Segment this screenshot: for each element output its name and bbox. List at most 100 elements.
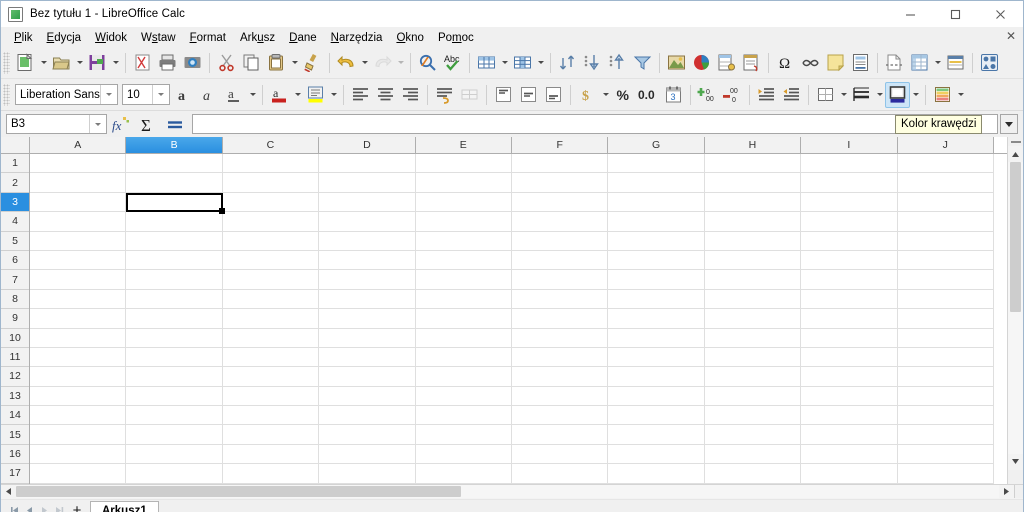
menu-item-plik[interactable]: Plik [7,30,40,45]
column-header-a[interactable]: A [30,137,127,153]
cell-J2[interactable] [897,173,994,193]
cell-A15[interactable] [30,425,127,445]
cell-H12[interactable] [704,367,802,387]
column-header-f[interactable]: F [511,137,609,153]
cell-C5[interactable] [222,231,320,251]
cell-I12[interactable] [801,367,898,387]
cell-I16[interactable] [801,444,898,465]
cell-B9[interactable] [126,309,223,329]
freeze-rows-columns-icon[interactable] [907,50,932,76]
cell-F8[interactable] [511,289,609,310]
borders-icon[interactable] [813,82,838,108]
cell-C8[interactable] [222,289,320,310]
cell-J17[interactable] [897,464,994,484]
sheet-tab-arkusz1[interactable]: Arkusz1 [90,501,159,512]
cell-G16[interactable] [608,444,705,465]
cell-F3[interactable] [511,192,609,213]
row-header-17[interactable]: 17 [1,464,29,484]
last-sheet-icon[interactable] [52,502,67,512]
headers-footers-icon[interactable] [848,50,873,76]
horizontal-scroll-track[interactable] [16,485,999,499]
cell-E3[interactable] [415,192,512,213]
redo-dropdown[interactable] [395,50,406,76]
formula-input[interactable] [192,114,998,134]
paste-dropdown[interactable] [289,50,300,76]
cell-A2[interactable] [30,173,127,193]
cell-F7[interactable] [511,270,609,290]
menu-item-wstaw[interactable]: Wstaw [134,30,183,45]
cell-H3[interactable] [704,192,802,213]
vertical-scroll-thumb[interactable] [1010,162,1021,312]
hyperlink-icon[interactable] [798,50,823,76]
cell-J9[interactable] [897,309,994,329]
cell-A6[interactable] [30,250,127,271]
cell-G6[interactable] [608,250,705,271]
function-wizard-icon[interactable]: fx [107,113,134,135]
cell-A1[interactable] [30,154,127,174]
add-sheet-button[interactable]: + [67,501,87,512]
cell-G12[interactable] [608,367,705,387]
column-header-b[interactable]: B [126,137,223,153]
cell-C12[interactable] [222,367,320,387]
horizontal-scroll-thumb[interactable] [16,486,461,498]
format-as-currency-icon[interactable]: $ [575,82,600,108]
align-center-vertically-icon[interactable] [516,82,541,108]
format-as-number-icon[interactable]: 0.0 [636,82,661,108]
cell-B2[interactable] [126,173,223,193]
cell-G8[interactable] [608,289,705,310]
menu-item-pomoc[interactable]: Pomoc [431,30,481,45]
cell-A17[interactable] [30,464,127,484]
format-as-date-icon[interactable]: 3 [661,82,686,108]
undo-dropdown[interactable] [359,50,370,76]
cell-E13[interactable] [415,386,512,407]
cell-B17[interactable] [126,464,223,484]
scroll-right-icon[interactable] [999,485,1014,499]
cell-C17[interactable] [222,464,320,484]
cell-I10[interactable] [801,328,898,348]
cell-F5[interactable] [511,231,609,251]
cell-I17[interactable] [801,464,898,484]
menu-item-dane[interactable]: Dane [282,30,324,45]
row-header-7[interactable]: 7 [1,270,29,290]
cell-C2[interactable] [222,173,320,193]
cell-G7[interactable] [608,270,705,290]
cell-H5[interactable] [704,231,802,251]
align-right-icon[interactable] [398,82,423,108]
omega-icon[interactable]: Ω [773,50,798,76]
redo-icon[interactable] [370,50,395,76]
cell-E1[interactable] [415,154,512,174]
cell-H2[interactable] [704,173,802,193]
border-style-icon[interactable] [849,82,874,108]
menu-item-format[interactable]: Format [183,30,233,45]
wrap-text-icon[interactable] [432,82,457,108]
cell-J4[interactable] [897,212,994,232]
font-color-dropdown[interactable] [292,82,303,108]
cell-H11[interactable] [704,347,802,368]
split-window-icon[interactable] [943,50,968,76]
cell-G4[interactable] [608,212,705,232]
maximize-icon[interactable] [933,1,978,27]
vertical-scroll-track[interactable] [1008,162,1023,454]
currency-dropdown[interactable] [600,82,611,108]
conditional-formatting-dropdown[interactable] [955,82,966,108]
italic-icon[interactable]: a [197,82,222,108]
cell-G13[interactable] [608,386,705,407]
cell-C6[interactable] [222,250,320,271]
cell-I15[interactable] [801,425,898,445]
cell-F12[interactable] [511,367,609,387]
cell-H10[interactable] [704,328,802,348]
scroll-left-icon[interactable] [1,485,16,499]
cell-J16[interactable] [897,444,994,465]
add-decimal-place-icon[interactable]: 0 00 [695,82,720,108]
cell-F6[interactable] [511,250,609,271]
row-header-2[interactable]: 2 [1,173,29,193]
cell-A8[interactable] [30,289,127,310]
increase-indent-icon[interactable] [754,82,779,108]
new-document-dropdown[interactable] [38,50,49,76]
cell-D13[interactable] [319,386,416,407]
cell-I4[interactable] [801,212,898,232]
column-header-e[interactable]: E [415,137,512,153]
insert-chart-icon[interactable] [689,50,714,76]
cell-E4[interactable] [415,212,512,232]
cell-J7[interactable] [897,270,994,290]
